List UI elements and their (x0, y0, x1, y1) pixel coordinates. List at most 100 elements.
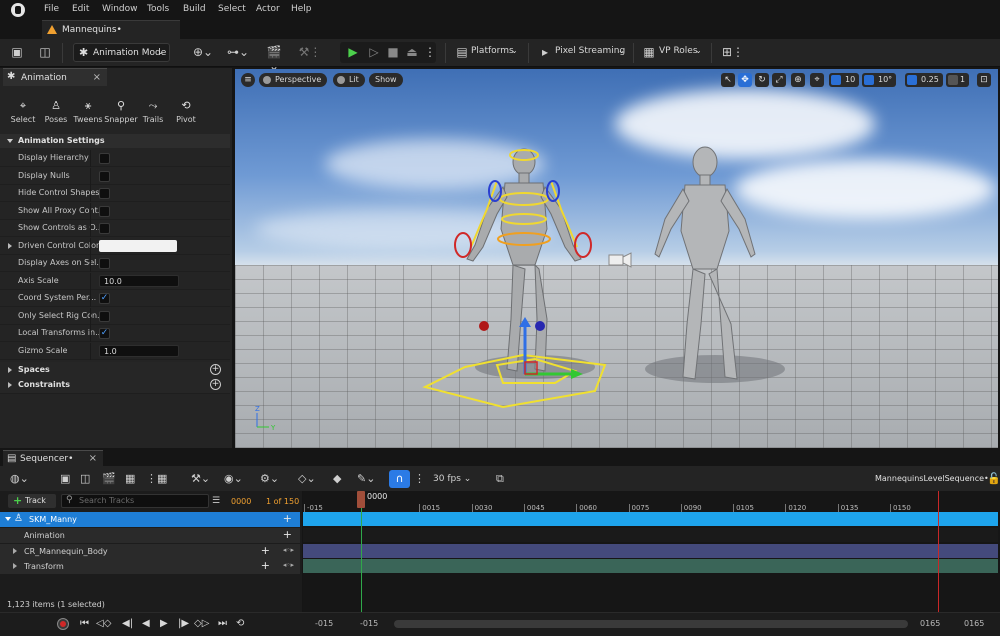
play-icon[interactable]: ▶ (346, 45, 360, 59)
property-number-input[interactable]: 10.0 (99, 274, 179, 287)
loop-icon[interactable]: ⟲ (236, 618, 244, 629)
surface-snap-icon[interactable]: ⌖ (810, 73, 824, 87)
add-track-button[interactable]: + Track (8, 494, 56, 508)
build-icon[interactable]: ⚒⋮ (298, 45, 322, 59)
step-icon[interactable]: ▷ (367, 45, 381, 59)
add-icon[interactable]: + (210, 379, 221, 390)
lock-icon[interactable]: 🔓 (987, 472, 1000, 486)
previous-key-icon[interactable]: ◁◇ (96, 618, 111, 629)
record-button[interactable] (57, 618, 69, 630)
column-divider[interactable] (90, 325, 91, 342)
column-divider[interactable] (90, 255, 91, 272)
close-icon[interactable]: × (93, 72, 101, 83)
jump-to-start-icon[interactable]: ⏮ (80, 618, 89, 629)
tool-pivot[interactable]: ⟲ Pivot (169, 100, 203, 125)
tool-tweens[interactable]: ⚹ Tweens (71, 100, 105, 125)
playback-range-start[interactable]: -015 (360, 619, 378, 628)
show-button[interactable]: Show (369, 73, 403, 87)
tab-sequencer[interactable]: ▤ Sequencer• × (3, 450, 103, 466)
control-rig-lane[interactable] (303, 544, 998, 558)
chevron-right-icon[interactable] (13, 548, 17, 554)
step-forward-icon[interactable]: |▶ (178, 618, 189, 629)
translate-icon[interactable]: ✥ (738, 73, 752, 87)
tool-poses[interactable]: ♙ Poses (39, 100, 73, 125)
curve-editor-icon[interactable]: ⧉ (496, 472, 504, 486)
skm-manny-lane[interactable] (303, 512, 998, 526)
key-icon[interactable]: ◇⌄ (298, 472, 316, 486)
playhead[interactable] (357, 491, 365, 508)
track-row[interactable]: Animation + (0, 528, 300, 543)
column-divider[interactable] (90, 290, 91, 307)
world-space-icon[interactable]: ⊕ (791, 73, 805, 87)
property-checkbox[interactable] (99, 170, 110, 182)
tab-animation[interactable]: ✱ Animation × (3, 68, 107, 86)
stop-icon[interactable]: ■ (386, 45, 400, 59)
hamburger-menu-icon[interactable]: ≡ (241, 73, 255, 87)
cinematics-icon[interactable]: 🎬⌄ (262, 45, 286, 73)
track-row[interactable]: CR_Mannequin_Body + ◂◦▸ (0, 544, 300, 559)
more-options-icon[interactable]: ⋮ (423, 45, 437, 59)
step-back-icon[interactable]: ◀| (122, 618, 133, 629)
add-icon[interactable]: + (261, 559, 270, 572)
tool-snapper[interactable]: ⚲ Snapper (104, 100, 138, 125)
filter-icon[interactable]: ⋮▦ (146, 472, 167, 486)
menu-tools[interactable]: Tools (147, 4, 169, 14)
grid-snap-button[interactable]: 10 (829, 73, 860, 87)
search-tracks-input[interactable]: ⚲ Search Tracks (61, 494, 209, 508)
view-icon[interactable]: ◉⌄ (224, 472, 243, 486)
column-divider[interactable] (90, 150, 91, 167)
property-checkbox[interactable] (99, 153, 110, 164)
multi-user-icon[interactable]: ⊞⋮ (721, 45, 745, 59)
color-swatch[interactable] (99, 239, 177, 252)
column-divider[interactable] (90, 272, 91, 290)
save-icon[interactable]: ▣ (10, 45, 24, 59)
render-icon[interactable]: 🎬 (102, 472, 116, 486)
property-checkbox[interactable] (99, 188, 110, 199)
view-range-start[interactable]: -015 (315, 619, 333, 628)
start-marker[interactable] (361, 491, 362, 612)
add-icon[interactable]: + (210, 364, 221, 375)
play-reverse-icon[interactable]: ◀ (142, 618, 150, 629)
platforms-button[interactable]: Platforms (471, 46, 514, 56)
rotation-snap-button[interactable]: 10° (862, 73, 897, 87)
pixel-streaming-button[interactable]: Pixel Streaming (555, 46, 625, 56)
add-icon[interactable]: + (283, 512, 292, 525)
filter-icon[interactable]: ☰ (212, 496, 220, 506)
animation-settings-header[interactable]: Animation Settings (0, 134, 230, 148)
menu-help[interactable]: Help (291, 4, 312, 14)
add-icon[interactable]: + (283, 528, 292, 541)
track-row[interactable]: ♙ SKM_Manny + (0, 512, 300, 527)
column-divider[interactable] (90, 220, 91, 237)
add-icon[interactable]: + (261, 544, 270, 557)
track-row[interactable]: Transform + ◂◦▸ (0, 559, 300, 574)
current-frame-field[interactable]: 0000 (231, 497, 251, 506)
chevron-right-icon[interactable] (13, 563, 17, 569)
edit-icon[interactable]: ✎⌄ (357, 472, 375, 486)
scale-snap-button[interactable]: 0.25 (905, 73, 943, 87)
chevron-right-icon[interactable] (8, 242, 12, 249)
add-actor-icon[interactable]: ⊕⌄ (191, 45, 215, 59)
transform-lane[interactable] (303, 559, 998, 573)
rotate-icon[interactable]: ↻ (755, 73, 769, 87)
property-checkbox[interactable] (99, 310, 110, 322)
playback-range-end[interactable]: 0165 (920, 619, 940, 628)
key-nav-icon[interactable]: ◂◦▸ (283, 546, 294, 554)
tools-icon[interactable]: ⚒⌄ (191, 472, 210, 486)
jump-to-end-icon[interactable]: ⏭ (218, 618, 227, 629)
save-icon[interactable]: ▣ (60, 472, 70, 486)
property-checkbox[interactable]: ✓ (99, 293, 110, 304)
auto-key-icon[interactable]: ◆ (333, 472, 341, 486)
sequence-name[interactable]: MannequinsLevelSequence• (875, 472, 989, 486)
maximize-icon[interactable]: ⊡ (977, 73, 991, 87)
menu-edit[interactable]: Edit (72, 4, 89, 14)
view-range-end[interactable]: 0165 (964, 619, 984, 628)
document-tab[interactable]: Mannequins• (42, 20, 180, 39)
column-divider[interactable] (90, 342, 91, 360)
group-constraints[interactable]: Constraints + (0, 377, 230, 394)
property-checkbox[interactable] (99, 223, 110, 234)
snap-icon[interactable]: ∩ (389, 470, 410, 488)
unreal-logo-icon[interactable] (11, 3, 25, 17)
menu-actor[interactable]: Actor (256, 4, 280, 14)
fps-dropdown[interactable]: 30 fps ⌄ (433, 472, 471, 486)
menu-window[interactable]: Window (102, 4, 138, 14)
